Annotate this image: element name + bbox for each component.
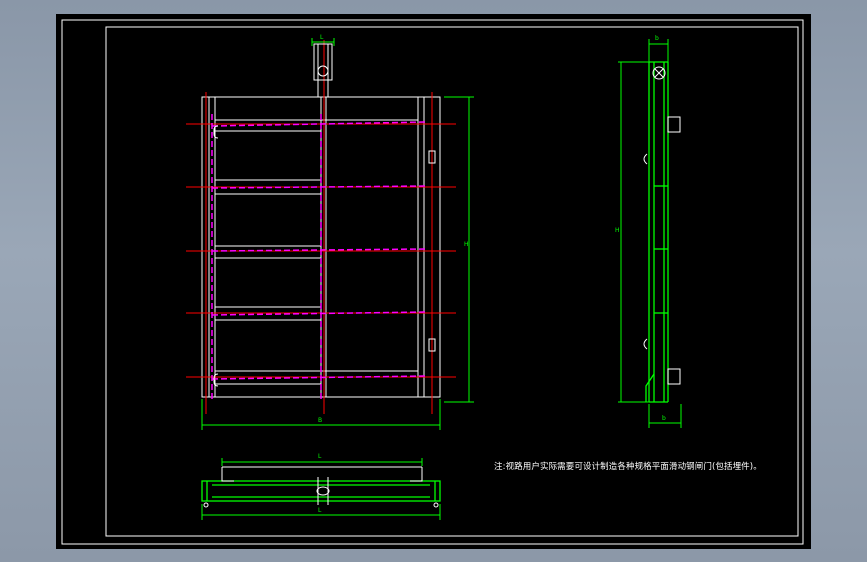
plan-view: L L: [201, 453, 441, 520]
front-elevation: L H B: [186, 34, 474, 430]
dim-side-height: H: [615, 227, 620, 234]
dim-plan-top: L: [318, 453, 322, 460]
dim-plan-bottom: L: [318, 507, 322, 514]
dim-side-top: b: [655, 35, 659, 42]
dim-front-height: H: [464, 241, 469, 248]
side-view: b H b: [615, 35, 682, 428]
drawing-viewport[interactable]: L H B b H b L L 注:视路用户实际需要可设计制造各种规格平面滑动钢…: [56, 14, 811, 549]
drawing-note: 注:视路用户实际需要可设计制造各种规格平面滑动钢闸门(包括埋件)。: [494, 462, 762, 472]
dim-side-bottom: b: [662, 415, 666, 422]
dim-front-width: B: [318, 417, 322, 424]
dim-top-opening: L: [320, 34, 324, 41]
